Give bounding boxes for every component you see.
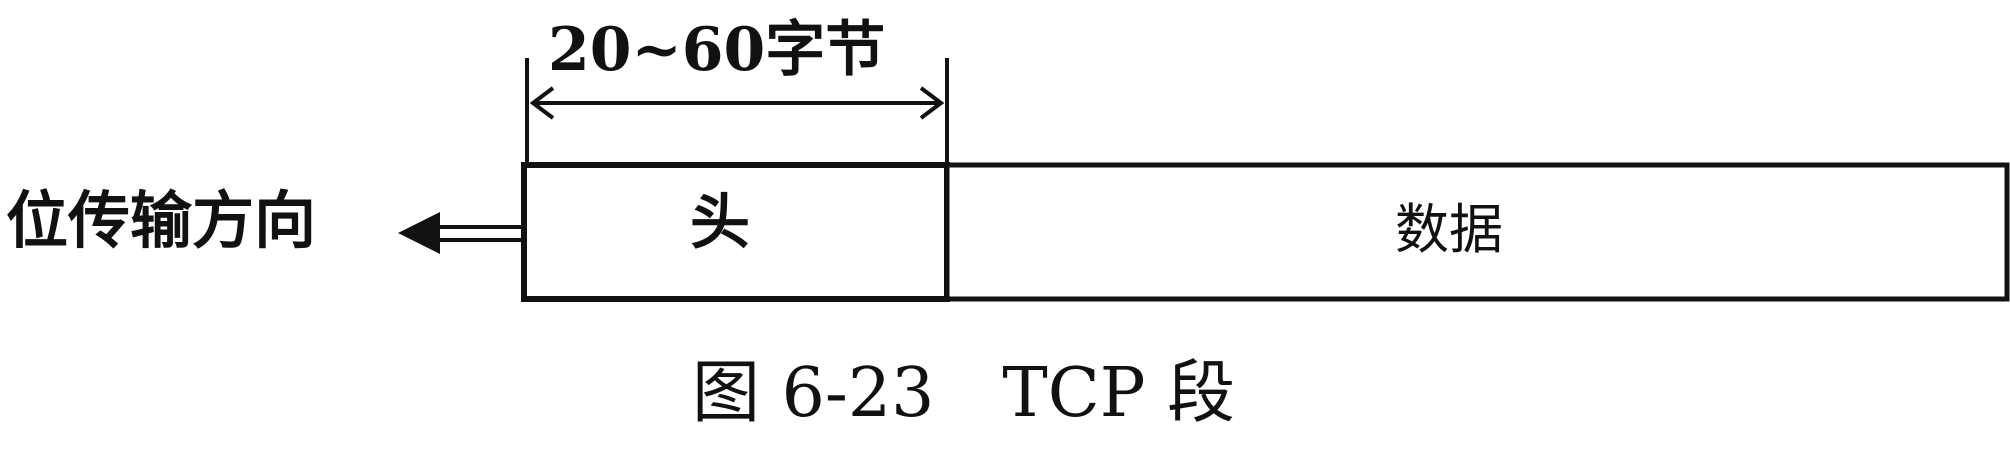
direction-label: 位传输方向 (6, 184, 317, 257)
figure-caption: 图 6-23 TCP 段 (692, 354, 1236, 433)
size-label: 20~60字节 (548, 15, 886, 85)
tcp-segment-diagram: 20~60字节 位传输方向 头 数据 图 6-23 TCP 段 (0, 0, 2010, 474)
direction-arrowhead (398, 212, 440, 254)
data-label: 数据 (1395, 198, 1503, 261)
header-label: 头 (690, 188, 750, 258)
